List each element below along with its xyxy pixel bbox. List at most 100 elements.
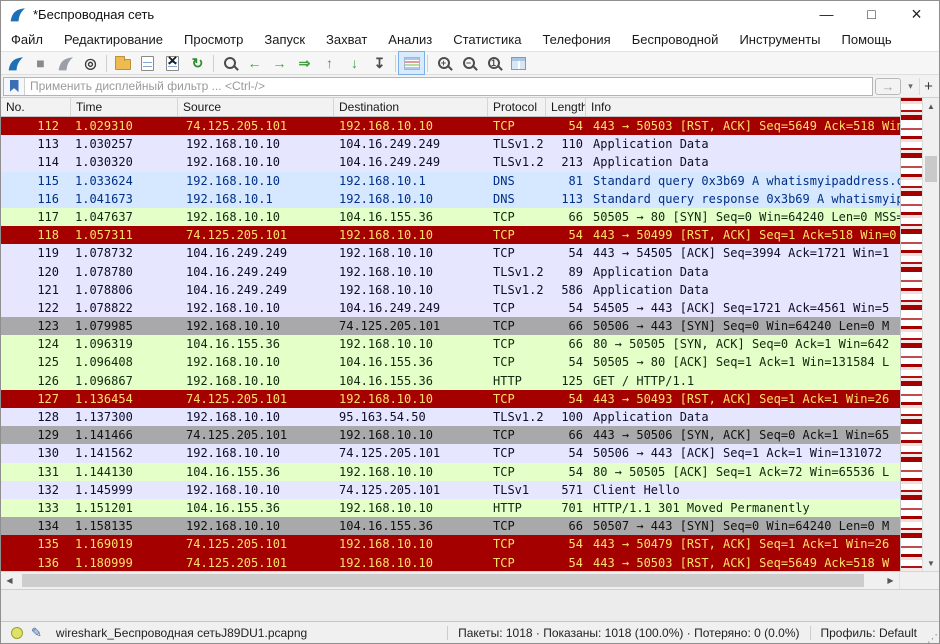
packet-row[interactable]: 1351.16901974.125.205.101192.168.10.10TC… xyxy=(1,535,900,553)
apply-filter-button[interactable]: → xyxy=(875,78,901,95)
packet-row[interactable]: 1151.033624192.168.10.10192.168.10.1DNS8… xyxy=(1,172,900,190)
close-button[interactable]: × xyxy=(894,1,939,27)
vertical-scrollbar[interactable]: ▲ ▼ xyxy=(922,98,939,571)
column-header-length[interactable]: Length xyxy=(546,98,586,116)
cell-dst: 192.168.10.10 xyxy=(334,226,488,244)
menu-item-7[interactable]: Телефония xyxy=(542,32,610,47)
packet-row[interactable]: 1211.078806104.16.249.249192.168.10.10TL… xyxy=(1,281,900,299)
packet-map-scrollbar[interactable] xyxy=(900,98,922,571)
bookmark-icon xyxy=(10,80,19,92)
cell-proto: TLSv1.2 xyxy=(488,281,546,299)
column-header-protocol[interactable]: Protocol xyxy=(488,98,546,116)
restart-capture-icon[interactable] xyxy=(53,52,78,74)
packet-row[interactable]: 1261.096867192.168.10.10104.16.155.36HTT… xyxy=(1,372,900,390)
column-header-destination[interactable]: Destination xyxy=(334,98,488,116)
resize-columns-icon[interactable] xyxy=(506,52,531,74)
menu-item-0[interactable]: Файл xyxy=(11,32,43,47)
packet-row[interactable]: 1361.18099974.125.205.101192.168.10.10TC… xyxy=(1,554,900,572)
packet-row[interactable]: 1201.078780104.16.249.249192.168.10.10TL… xyxy=(1,263,900,281)
menu-item-9[interactable]: Инструменты xyxy=(739,32,820,47)
close-file-icon[interactable] xyxy=(160,52,185,74)
packet-row[interactable]: 1241.096319104.16.155.36192.168.10.10TCP… xyxy=(1,335,900,353)
packet-row[interactable]: 1121.02931074.125.205.101192.168.10.10TC… xyxy=(1,117,900,135)
collapsed-pane-strip xyxy=(1,589,939,621)
packet-row[interactable]: 1131.030257192.168.10.10104.16.249.249TL… xyxy=(1,135,900,153)
column-header-info[interactable]: Info xyxy=(586,98,900,116)
scroll-up-icon[interactable]: ▲ xyxy=(923,98,939,114)
packet-row[interactable]: 1271.13645474.125.205.101192.168.10.10TC… xyxy=(1,390,900,408)
packet-row[interactable]: 1171.047637192.168.10.10104.16.155.36TCP… xyxy=(1,208,900,226)
go-first-packet-icon[interactable]: ↑ xyxy=(317,52,342,74)
find-packet-icon[interactable] xyxy=(217,52,242,74)
minimize-button[interactable]: — xyxy=(804,1,849,27)
filter-dropdown-caret[interactable]: ▾ xyxy=(904,81,917,92)
add-filter-button[interactable]: + xyxy=(919,78,937,95)
zoom-in-icon[interactable]: + xyxy=(431,52,456,74)
profile-label[interactable]: Профиль: Default xyxy=(810,626,928,640)
cell-dst: 192.168.10.10 xyxy=(334,190,488,208)
packet-row[interactable]: 1301.141562192.168.10.1074.125.205.101TC… xyxy=(1,444,900,462)
menu-item-1[interactable]: Редактирование xyxy=(64,32,163,47)
packet-row[interactable]: 1161.041673192.168.10.1192.168.10.10DNS1… xyxy=(1,190,900,208)
display-filter-input[interactable] xyxy=(25,79,872,93)
go-back-icon[interactable]: ← xyxy=(242,52,267,74)
cell-dst: 104.16.155.36 xyxy=(334,372,488,390)
vertical-scroll-thumb[interactable] xyxy=(925,156,937,182)
packet-row[interactable]: 1141.030320192.168.10.10104.16.249.249TL… xyxy=(1,153,900,171)
expert-info-icon[interactable] xyxy=(11,627,23,639)
reload-file-icon[interactable]: ↻ xyxy=(185,52,210,74)
auto-scroll-icon[interactable]: ↧ xyxy=(367,52,392,74)
scroll-down-icon[interactable]: ▼ xyxy=(923,555,939,571)
horizontal-scroll-thumb[interactable] xyxy=(22,574,864,587)
packet-row[interactable]: 1331.151201104.16.155.36192.168.10.10HTT… xyxy=(1,499,900,517)
cell-proto: TLSv1.2 xyxy=(488,408,546,426)
scroll-left-icon[interactable]: ◀ xyxy=(1,572,18,589)
cell-dst: 192.168.10.10 xyxy=(334,535,488,553)
menu-item-3[interactable]: Запуск xyxy=(264,32,305,47)
cell-len: 701 xyxy=(546,499,586,517)
vertical-scroll-track[interactable] xyxy=(923,114,939,555)
stop-capture-icon[interactable]: ■ xyxy=(28,52,53,74)
packet-row[interactable]: 1321.145999192.168.10.1074.125.205.101TL… xyxy=(1,481,900,499)
packet-row[interactable]: 1311.144130104.16.155.36192.168.10.10TCP… xyxy=(1,463,900,481)
packet-row[interactable]: 1181.05731174.125.205.101192.168.10.10TC… xyxy=(1,226,900,244)
go-last-packet-icon[interactable]: ↓ xyxy=(342,52,367,74)
menu-item-10[interactable]: Помощь xyxy=(842,32,892,47)
maximize-button[interactable]: □ xyxy=(849,1,894,27)
go-forward-icon[interactable]: → xyxy=(267,52,292,74)
menu-item-4[interactable]: Захват xyxy=(326,32,367,47)
packet-row[interactable]: 1251.096408192.168.10.10104.16.155.36TCP… xyxy=(1,353,900,371)
cell-len: 66 xyxy=(546,335,586,353)
horizontal-scrollbar[interactable]: ◀ ▶ xyxy=(1,571,939,589)
menu-item-5[interactable]: Анализ xyxy=(388,32,432,47)
start-capture-icon[interactable] xyxy=(3,52,28,74)
capture-comment-icon[interactable]: ✎ xyxy=(31,625,42,641)
menu-item-8[interactable]: Беспроводной xyxy=(632,32,719,47)
go-to-packet-icon[interactable]: ⇒ xyxy=(292,52,317,74)
packet-row[interactable]: 1191.078732104.16.249.249192.168.10.10TC… xyxy=(1,244,900,262)
cell-len: 113 xyxy=(546,190,586,208)
column-header-source[interactable]: Source xyxy=(178,98,334,116)
toolbar-separator xyxy=(106,55,107,72)
scroll-right-icon[interactable]: ▶ xyxy=(882,572,899,589)
capture-options-icon[interactable]: ◎ xyxy=(78,52,103,74)
packet-row[interactable]: 1291.14146674.125.205.101192.168.10.10TC… xyxy=(1,426,900,444)
menu-item-6[interactable]: Статистика xyxy=(453,32,521,47)
packet-row[interactable]: 1341.158135192.168.10.10104.16.155.36TCP… xyxy=(1,517,900,535)
zoom-out-icon[interactable]: − xyxy=(456,52,481,74)
column-header-time[interactable]: Time xyxy=(71,98,178,116)
save-file-icon[interactable] xyxy=(135,52,160,74)
packet-row[interactable]: 1281.137300192.168.10.1095.163.54.50TLSv… xyxy=(1,408,900,426)
cell-len: 571 xyxy=(546,481,586,499)
open-file-icon[interactable] xyxy=(110,52,135,74)
zoom-normal-icon[interactable]: 1 xyxy=(481,52,506,74)
colorize-icon[interactable] xyxy=(399,52,424,74)
horizontal-scroll-track[interactable] xyxy=(18,572,882,589)
filter-bookmark-button[interactable] xyxy=(4,78,25,95)
resize-grip[interactable] xyxy=(927,622,939,643)
packet-row[interactable]: 1221.078822192.168.10.10104.16.249.249TC… xyxy=(1,299,900,317)
column-header-no[interactable]: No. xyxy=(1,98,71,116)
menu-item-2[interactable]: Просмотр xyxy=(184,32,243,47)
packet-row[interactable]: 1231.079985192.168.10.1074.125.205.101TC… xyxy=(1,317,900,335)
cell-info: 54505 → 443 [ACK] Seq=1721 Ack=4561 Win=… xyxy=(586,299,900,317)
